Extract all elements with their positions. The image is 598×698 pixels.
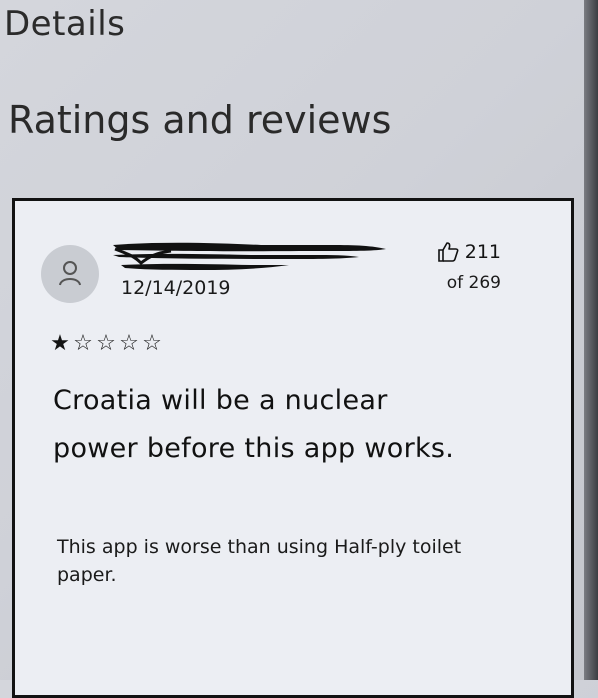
star-4: ☆ (119, 331, 139, 356)
review-date: 12/14/2019 (121, 277, 231, 299)
redacted-reviewer-name (111, 237, 391, 281)
review-body: This app is worse than using Half-ply to… (57, 536, 462, 586)
star-1: ★ (50, 331, 70, 356)
screen-edge (584, 0, 598, 680)
avatar (41, 245, 99, 303)
details-heading[interactable]: Details (4, 2, 125, 46)
helpful-total: of 269 (446, 273, 501, 293)
star-3: ☆ (96, 331, 116, 356)
star-5: ☆ (142, 331, 162, 356)
star-rating: ★ ☆ ☆ ☆ ☆ (49, 331, 163, 357)
review-card[interactable]: 12/14/2019 211 of 269 ★ ☆ ☆ ☆ ☆ Croatia … (12, 198, 574, 698)
redaction-scribble (113, 242, 386, 270)
star-2: ☆ (73, 331, 93, 356)
helpful-count: 211 (464, 241, 501, 263)
helpful-votes[interactable]: 211 of 269 (437, 241, 501, 293)
review-title: Croatia will be a nuclear power before t… (53, 385, 455, 464)
ratings-reviews-title: Ratings and reviews (8, 98, 392, 142)
thumbs-up-icon[interactable] (437, 241, 459, 263)
person-icon (59, 261, 81, 286)
